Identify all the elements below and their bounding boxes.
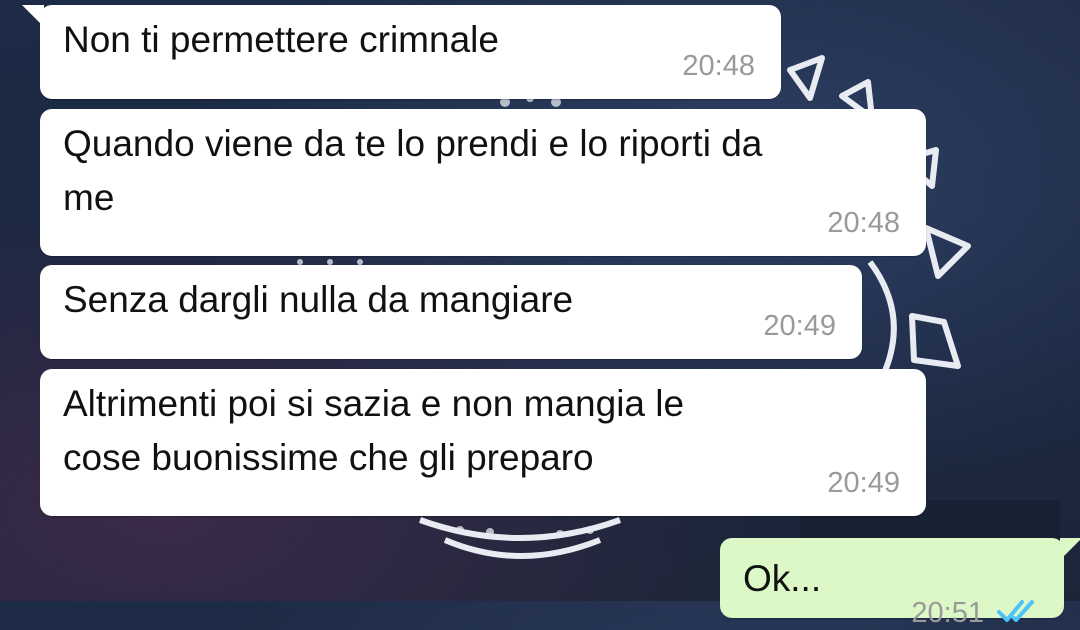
message-bubble-incoming[interactable]: Quando viene da te lo prendi e lo riport… — [40, 109, 926, 256]
chat-message-list[interactable]: Non ti permettere crimnale 20:48 Quando … — [0, 0, 1080, 629]
message-text: Non ti permettere crimnale — [63, 19, 499, 60]
message-timestamp: 20:49 — [827, 467, 900, 499]
message-bubble-incoming[interactable]: Altrimenti poi si sazia e non mangia le … — [40, 369, 926, 516]
message-text: Senza dargli nulla da mangiare — [63, 279, 574, 320]
message-bubble-incoming[interactable]: Senza dargli nulla da mangiare 20:49 — [40, 265, 862, 359]
message-timestamp: 20:48 — [682, 50, 755, 82]
message-text: Altrimenti poi si sazia e non mangia le … — [63, 383, 685, 478]
message-bubble-incoming[interactable]: Non ti permettere crimnale 20:48 — [22, 5, 781, 99]
message-timestamp: 20:49 — [763, 310, 836, 342]
message-timestamp: 20:51 — [911, 597, 984, 629]
message-timestamp: 20:48 — [827, 207, 900, 239]
message-bubble-outgoing[interactable]: Ok... 20:51 — [720, 538, 1080, 629]
message-text: Quando viene da te lo prendi e lo riport… — [63, 123, 763, 218]
message-text: Ok... — [743, 558, 822, 599]
